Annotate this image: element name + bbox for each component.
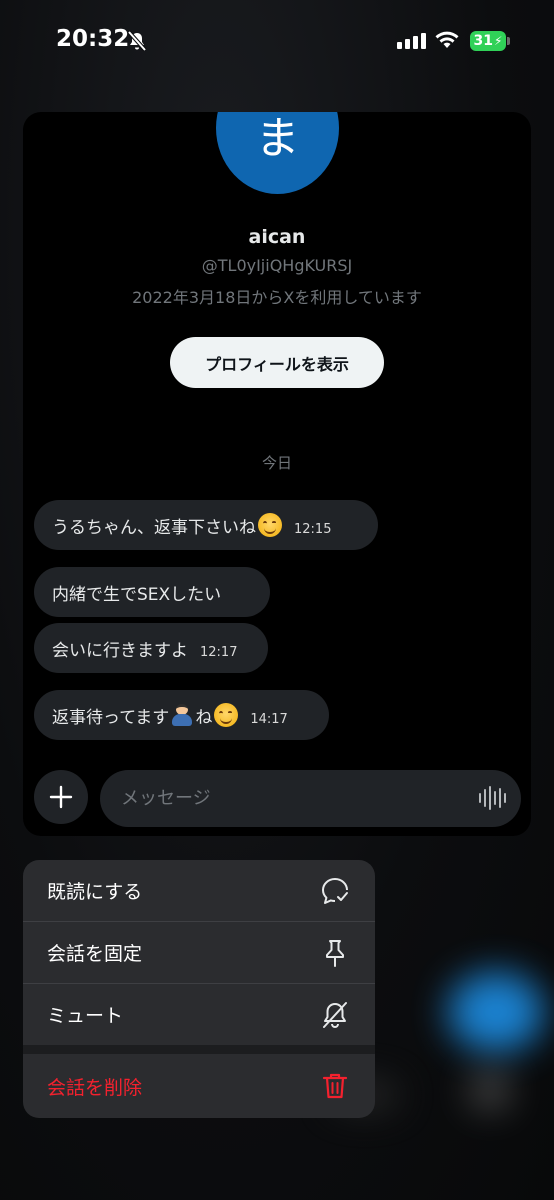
battery-indicator: 31 ⚡ [470,31,506,51]
message-text: うるちゃん、返事下さいね [52,517,256,538]
charging-bolt-icon: ⚡ [494,34,503,48]
profile-joined-date: 2022年3月18日からXを利用しています [132,288,422,307]
menu-item-label: 既読にする [47,881,143,903]
screen: 20:32 31 ⚡ ま aican @TL0yIjiQHgKURSJ 2022… [0,0,554,1200]
bowing-person-emoji-icon [170,702,194,728]
message-bubble[interactable]: 内緒で生でSEXしたい [34,567,270,617]
profile-name: aican [248,226,306,248]
cellular-signal-icon [397,33,426,49]
smiling-face-emoji-icon [214,703,239,727]
battery-level: 31 [473,33,494,49]
message-timestamp: 14:17 [250,711,288,727]
smiling-face-emoji-icon [258,513,282,537]
trash-icon [319,1070,351,1102]
menu-section-separator [23,1045,375,1054]
menu-item-mark-read[interactable]: 既読にする [23,860,375,921]
menu-item-label: 会話を固定 [47,943,143,965]
message-timestamp: 12:15 [294,521,332,537]
status-time: 20:32 [56,26,130,52]
conversation-preview-card: ま aican @TL0yIjiQHgKURSJ 2022年3月18日からXを利… [23,112,531,836]
message-bubble[interactable]: うるちゃん、返事下さいね 12:15 [34,500,378,550]
menu-item-delete-conversation[interactable]: 会話を削除 [23,1054,375,1118]
message-bubble[interactable]: 返事待ってます ね 14:17 [34,690,329,740]
view-profile-button[interactable]: プロフィールを表示 [170,337,384,388]
mute-bell-icon [319,999,351,1031]
silent-bell-icon [127,30,147,52]
menu-item-label: ミュート [47,1005,124,1027]
profile-handle: @TL0yIjiQHgKURSJ [201,256,353,275]
battery-cap [507,37,510,45]
message-text: 会いに行きますよ [52,640,188,661]
plus-icon [49,785,73,809]
message-timestamp: 12:17 [200,644,238,660]
background-blur-blue [448,972,544,1052]
message-bubble[interactable]: 会いに行きますよ 12:17 [34,623,268,673]
add-attachment-button[interactable] [34,770,88,824]
wifi-icon [435,31,459,48]
menu-item-pin-conversation[interactable]: 会話を固定 [23,922,375,983]
message-text: 返事待ってます [52,707,170,728]
pin-icon [319,937,351,969]
message-text: 内緒で生でSEXしたい [52,584,222,605]
context-menu: 既読にする 会話を固定 ミュート 会話を削除 [23,860,375,1118]
read-check-icon [319,875,351,907]
message-text-suffix: ね [195,707,213,728]
background-blur-gray [470,1070,510,1110]
avatar-initial: ま [255,113,300,164]
voice-message-icon[interactable] [479,786,506,810]
menu-item-mute[interactable]: ミュート [23,984,375,1045]
date-separator: 今日 [261,454,292,472]
message-input[interactable] [100,770,521,827]
message-composer [23,764,531,836]
status-bar: 20:32 31 ⚡ [0,0,554,80]
menu-item-label: 会話を削除 [47,1076,143,1099]
avatar[interactable]: ま [216,112,339,194]
